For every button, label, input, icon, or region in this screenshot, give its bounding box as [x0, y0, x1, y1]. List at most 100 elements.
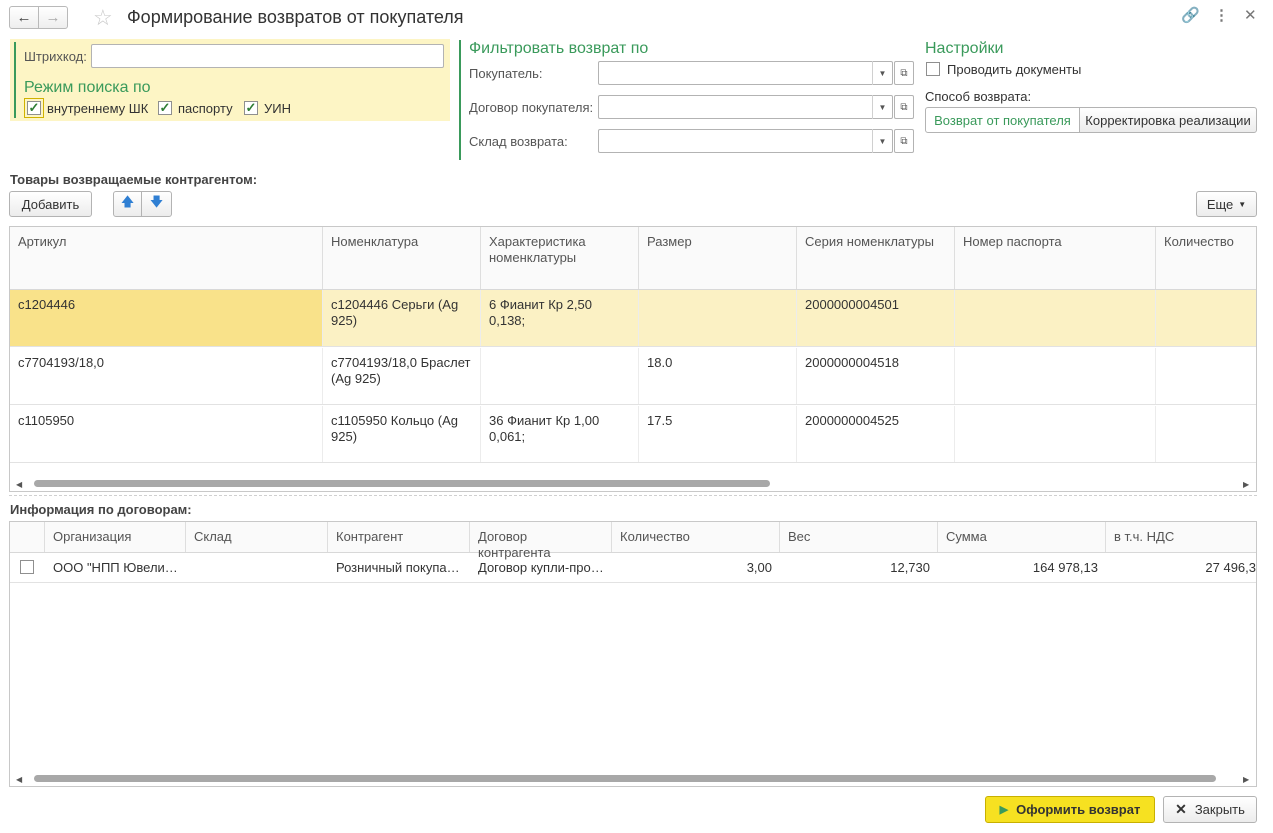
- cell-passport[interactable]: [955, 406, 1156, 462]
- more-menu-icon[interactable]: ⋮: [1214, 6, 1229, 24]
- barcode-input[interactable]: [91, 44, 444, 68]
- cell-contract[interactable]: Договор купли-про…: [470, 553, 612, 582]
- column-header[interactable]: Контрагент: [328, 522, 470, 552]
- return-method-label: Способ возврата:: [925, 89, 1032, 104]
- section-divider: [9, 495, 1257, 496]
- cell-nomenclature[interactable]: с7704193/18,0 Браслет (Ag 925): [323, 348, 481, 404]
- column-header[interactable]: Вес: [780, 522, 938, 552]
- column-header[interactable]: Количество: [1156, 227, 1256, 289]
- column-header[interactable]: Размер: [639, 227, 797, 289]
- buyer-open-icon[interactable]: ⧉: [894, 61, 914, 85]
- table-row[interactable]: с1105950 с1105950 Кольцо (Ag 925) 36 Фиа…: [10, 406, 1256, 463]
- cell-warehouse[interactable]: [186, 553, 328, 582]
- cell-nomenclature[interactable]: с1105950 Кольцо (Ag 925): [323, 406, 481, 462]
- contract-dropdown-icon[interactable]: ▼: [872, 95, 892, 119]
- scroll-right-icon[interactable]: ▶: [1243, 775, 1249, 784]
- cell-organization[interactable]: ООО "НПП Ювели…: [45, 553, 186, 582]
- cell-weight[interactable]: 12,730: [780, 553, 938, 582]
- method-return-from-buyer-button[interactable]: Возврат от покупателя: [925, 107, 1080, 133]
- cell-quantity[interactable]: 3,00: [612, 553, 780, 582]
- more-button[interactable]: Еще ▼: [1196, 191, 1257, 217]
- warehouse-label: Склад возврата:: [469, 134, 568, 149]
- chevron-down-icon: ▼: [1238, 199, 1247, 209]
- cell-passport[interactable]: [955, 290, 1156, 346]
- cell-quantity[interactable]: [1156, 406, 1256, 462]
- scroll-left-icon[interactable]: ◀: [16, 480, 22, 489]
- goods-table: Артикул Номенклатура Характеристика номе…: [9, 226, 1257, 492]
- mode-passport-label: паспорту: [178, 101, 233, 116]
- cell-sum[interactable]: 164 978,13: [938, 553, 1106, 582]
- back-button[interactable]: ←: [9, 6, 39, 29]
- cell-quantity[interactable]: [1156, 348, 1256, 404]
- column-header[interactable]: Договор контрагента: [470, 522, 612, 560]
- cell-quantity[interactable]: [1156, 290, 1256, 346]
- column-header[interactable]: Организация: [45, 522, 186, 552]
- contract-open-icon[interactable]: ⧉: [894, 95, 914, 119]
- cell-series[interactable]: 2000000004518: [797, 348, 955, 404]
- mode-internal-barcode-checkbox[interactable]: ✓: [24, 98, 44, 118]
- method-sales-correction-button[interactable]: Корректировка реализации: [1079, 107, 1257, 133]
- column-header[interactable]: в т.ч. НДС: [1106, 522, 1256, 552]
- add-button[interactable]: Добавить: [9, 191, 92, 217]
- favorite-star-icon[interactable]: ☆: [93, 5, 113, 31]
- goods-scrollbar[interactable]: [30, 479, 1240, 488]
- scroll-right-icon[interactable]: ▶: [1243, 480, 1249, 489]
- goods-header-row: Артикул Номенклатура Характеристика номе…: [10, 227, 1256, 290]
- filter-title: Фильтровать возврат по: [469, 40, 649, 57]
- move-up-button[interactable]: 🡅: [113, 191, 142, 217]
- cell-size[interactable]: 18.0: [639, 348, 797, 404]
- table-row[interactable]: с1204446 с1204446 Серьги (Ag 925) 6 Фиан…: [10, 290, 1256, 347]
- cell-passport[interactable]: [955, 348, 1156, 404]
- table-row[interactable]: ООО "НПП Ювели… Розничный покупа… Догово…: [10, 553, 1256, 583]
- warehouse-open-icon[interactable]: ⧉: [894, 129, 914, 153]
- column-header[interactable]: Номер паспорта: [955, 227, 1156, 289]
- contract-field[interactable]: ▼: [598, 95, 893, 119]
- contract-label: Договор покупателя:: [469, 100, 594, 115]
- mode-passport-checkbox[interactable]: ✓: [158, 100, 172, 115]
- warehouse-field[interactable]: ▼: [598, 129, 893, 153]
- mode-uin-checkbox[interactable]: ✓: [244, 100, 258, 115]
- column-header[interactable]: Количество: [612, 522, 780, 552]
- cell-size[interactable]: 17.5: [639, 406, 797, 462]
- link-icon[interactable]: 🔗: [1181, 6, 1200, 24]
- column-header[interactable]: Сумма: [938, 522, 1106, 552]
- cell-characteristic[interactable]: 36 Фианит Кр 1,00 0,061;: [481, 406, 639, 462]
- move-down-button[interactable]: 🡇: [141, 191, 172, 217]
- column-header[interactable]: Артикул: [10, 227, 323, 289]
- row-checkbox[interactable]: [20, 560, 34, 574]
- table-row[interactable]: с7704193/18,0 с7704193/18,0 Браслет (Ag …: [10, 348, 1256, 405]
- cell-size[interactable]: [639, 290, 797, 346]
- column-header[interactable]: Характеристика номенклатуры: [481, 227, 639, 289]
- close-icon[interactable]: ✕: [1244, 6, 1257, 24]
- post-docs-checkbox[interactable]: [926, 62, 940, 76]
- column-header[interactable]: Номенклатура: [323, 227, 481, 289]
- cell-characteristic[interactable]: [481, 348, 639, 404]
- column-header[interactable]: Серия номенклатуры: [797, 227, 955, 289]
- cell-series[interactable]: 2000000004525: [797, 406, 955, 462]
- scroll-left-icon[interactable]: ◀: [16, 775, 22, 784]
- buyer-field[interactable]: ▼: [598, 61, 893, 85]
- cell-characteristic[interactable]: 6 Фианит Кр 2,50 0,138;: [481, 290, 639, 346]
- submit-return-button[interactable]: ▶ Оформить возврат: [985, 796, 1155, 823]
- cell-article[interactable]: с1204446: [10, 290, 323, 346]
- close-x-icon: ✕: [1175, 801, 1187, 817]
- warehouse-dropdown-icon[interactable]: ▼: [872, 129, 892, 153]
- contracts-header-row: Организация Склад Контрагент Договор кон…: [10, 522, 1256, 560]
- cell-vat[interactable]: 27 496,3: [1106, 553, 1256, 582]
- more-button-label: Еще: [1206, 196, 1234, 212]
- contracts-scrollbar[interactable]: [30, 774, 1240, 783]
- contracts-scroll-thumb[interactable]: [34, 775, 1216, 782]
- cell-counterparty[interactable]: Розничный покупа…: [328, 553, 470, 582]
- column-header[interactable]: Склад: [186, 522, 328, 552]
- forward-button[interactable]: →: [38, 6, 68, 29]
- cell-series[interactable]: 2000000004501: [797, 290, 955, 346]
- mode-uin-label: УИН: [264, 101, 291, 116]
- cell-article[interactable]: с1105950: [10, 406, 323, 462]
- close-button[interactable]: ✕ Закрыть: [1163, 796, 1257, 823]
- column-header-check: [10, 522, 45, 552]
- goods-section-title: Товары возвращаемые контрагентом:: [10, 172, 258, 187]
- buyer-dropdown-icon[interactable]: ▼: [872, 61, 892, 85]
- goods-scroll-thumb[interactable]: [34, 480, 770, 487]
- cell-article[interactable]: с7704193/18,0: [10, 348, 323, 404]
- cell-nomenclature[interactable]: с1204446 Серьги (Ag 925): [323, 290, 481, 346]
